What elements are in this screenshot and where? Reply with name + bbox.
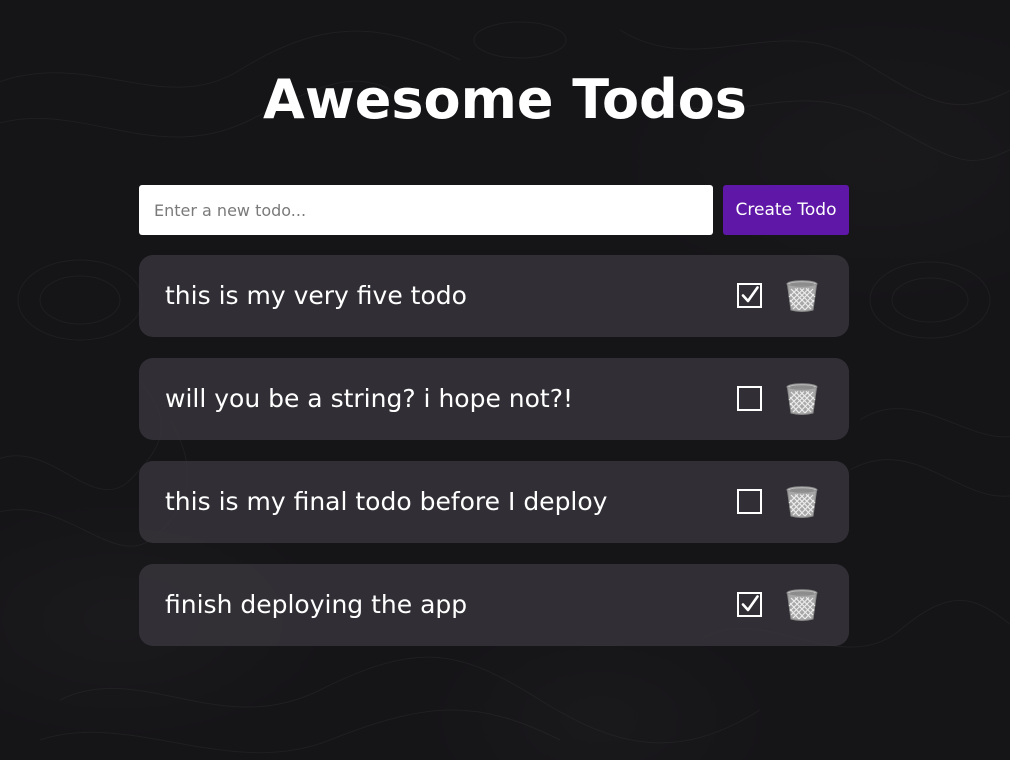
todo-item: will you be a string? i hope not?! xyxy=(139,358,849,440)
delete-todo-button[interactable] xyxy=(784,484,820,520)
todo-checkbox-checked[interactable] xyxy=(737,592,762,617)
todo-list: this is my very five todo will you be a … xyxy=(139,255,849,667)
todo-checkbox-unchecked[interactable] xyxy=(737,386,762,411)
todo-item: this is my very five todo xyxy=(139,255,849,337)
page-title: Awesome Todos xyxy=(263,68,747,131)
delete-todo-button[interactable] xyxy=(784,278,820,314)
todo-text: this is my very five todo xyxy=(165,281,467,310)
todo-item: finish deploying the app xyxy=(139,564,849,646)
todo-text: this is my final todo before I deploy xyxy=(165,487,608,516)
new-todo-input[interactable] xyxy=(139,185,713,235)
create-todo-button[interactable]: Create Todo xyxy=(723,185,849,235)
trash-bin-icon xyxy=(786,383,818,415)
todo-checkbox-checked[interactable] xyxy=(737,283,762,308)
todo-item: this is my final todo before I deploy xyxy=(139,461,849,543)
trash-bin-icon xyxy=(786,486,818,518)
trash-bin-icon xyxy=(786,589,818,621)
todo-text: finish deploying the app xyxy=(165,590,468,619)
delete-todo-button[interactable] xyxy=(784,587,820,623)
checkmark-icon xyxy=(741,286,759,303)
todo-checkbox-unchecked[interactable] xyxy=(737,489,762,514)
checkmark-icon xyxy=(741,595,759,612)
todo-text: will you be a string? i hope not?! xyxy=(165,384,574,413)
trash-bin-icon xyxy=(786,280,818,312)
new-todo-form: Create Todo xyxy=(139,185,849,235)
delete-todo-button[interactable] xyxy=(784,381,820,417)
